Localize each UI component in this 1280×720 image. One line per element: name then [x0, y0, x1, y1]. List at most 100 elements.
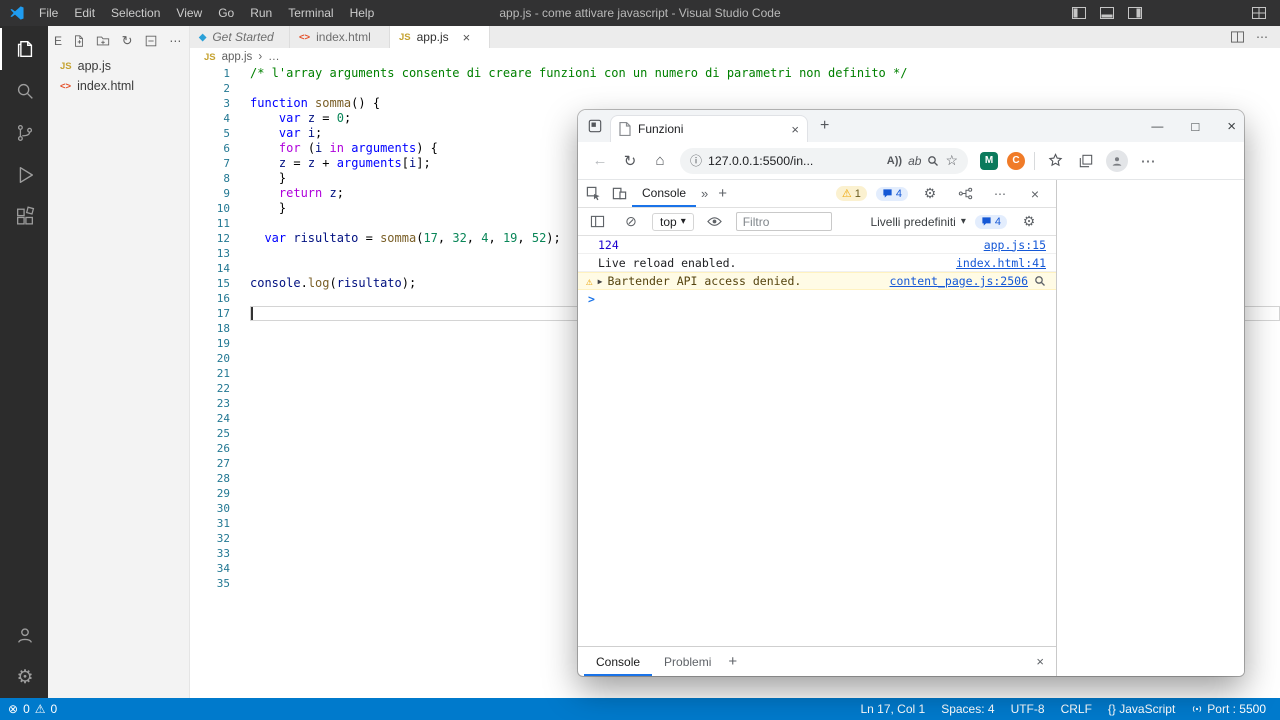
messages-count-badge[interactable]: 4 [975, 215, 1007, 229]
messages-badge[interactable]: 4 [876, 187, 908, 201]
menu-help[interactable]: Help [342, 0, 383, 26]
back-icon[interactable]: ← [586, 147, 614, 175]
add-tab-icon[interactable]: + [713, 185, 732, 202]
browser-tab[interactable]: Funzioni × [610, 115, 808, 142]
drawer-tab-console[interactable]: Console [584, 647, 652, 676]
status-live-server-port[interactable]: Port : 5500 [1191, 702, 1266, 716]
extension-c-icon[interactable]: C [1007, 152, 1025, 170]
refresh-icon[interactable]: ↻ [119, 33, 134, 49]
clear-console-icon[interactable]: ⊘ [618, 209, 644, 235]
refresh-icon[interactable]: ↻ [616, 147, 644, 175]
console-message[interactable]: 124app.js:15 [578, 236, 1056, 254]
more-actions-icon[interactable]: ⋯ [168, 33, 183, 49]
webpage-viewport[interactable] [1057, 180, 1244, 676]
account-icon[interactable] [0, 614, 48, 656]
zoom-icon[interactable] [927, 155, 939, 167]
more-tabs-icon[interactable]: » [696, 186, 713, 201]
settings-gear-icon[interactable]: ⚙ [0, 656, 48, 698]
translate-icon[interactable]: ab [908, 154, 921, 168]
collections-icon[interactable] [1075, 147, 1097, 175]
file-app-js[interactable]: JSapp.js [48, 56, 189, 76]
menu-view[interactable]: View [168, 0, 210, 26]
collapse-folders-icon[interactable] [144, 33, 159, 49]
console-output[interactable]: 124app.js:15Live reload enabled.index.ht… [578, 236, 1056, 646]
code-text[interactable]: /* l'array arguments consente di creare … [250, 66, 1280, 81]
more-editor-actions-icon[interactable]: ⋯ [1256, 30, 1268, 44]
drawer-tab-problemi[interactable]: Problemi [652, 647, 723, 676]
toggle-sidebar-icon[interactable] [1072, 7, 1086, 19]
code-text[interactable]: function somma() { [250, 96, 1280, 111]
menu-run[interactable]: Run [242, 0, 280, 26]
file-index-html[interactable]: <>index.html [48, 76, 189, 96]
menu-selection[interactable]: Selection [103, 0, 168, 26]
source-control-icon[interactable] [0, 112, 48, 154]
favorites-bar-icon[interactable] [1044, 147, 1066, 175]
close-devtools-icon[interactable]: × [1022, 181, 1048, 207]
console-message[interactable]: ⚠▶Bartender API access denied.content_pa… [578, 272, 1056, 290]
extensions-icon[interactable] [0, 196, 48, 238]
maximize-icon[interactable]: □ [1191, 119, 1199, 134]
close-drawer-icon[interactable]: × [1036, 654, 1050, 669]
status-indentation[interactable]: Spaces: 4 [941, 702, 994, 716]
tab-index-html[interactable]: <>index.html [290, 26, 390, 48]
menu-edit[interactable]: Edit [66, 0, 103, 26]
customize-layout-icon[interactable] [1252, 7, 1266, 19]
add-drawer-tab-icon[interactable]: + [723, 653, 742, 670]
status-line-col[interactable]: Ln 17, Col 1 [860, 702, 925, 716]
console-message[interactable]: Live reload enabled.index.html:41 [578, 254, 1056, 272]
home-icon[interactable]: ⌂ [646, 147, 674, 175]
live-expression-eye-icon[interactable] [702, 209, 728, 235]
address-bar[interactable]: ⓘ 127.0.0.1:5500/in... A)) ab ☆ [680, 148, 968, 174]
new-file-icon[interactable] [71, 33, 86, 49]
close-window-icon[interactable]: × [1227, 118, 1236, 135]
devtools-more-icon[interactable]: ⋯ [987, 181, 1013, 207]
profile-avatar[interactable] [1106, 150, 1128, 172]
breadcrumb[interactable]: JS app.js › … [190, 48, 1280, 66]
status-eol[interactable]: CRLF [1061, 702, 1092, 716]
tab-console[interactable]: Console [632, 180, 696, 207]
device-emulation-icon[interactable] [606, 181, 632, 207]
split-editor-icon[interactable] [1231, 31, 1244, 43]
source-link[interactable]: app.js:15 [974, 238, 1046, 252]
new-folder-icon[interactable] [95, 33, 110, 49]
extension-m-icon[interactable]: M [980, 152, 998, 170]
status-language[interactable]: {} JavaScript [1108, 702, 1175, 716]
breadcrumb-more[interactable]: … [268, 51, 280, 63]
tab-get-started[interactable]: ◆Get Started [190, 26, 290, 48]
menu-file[interactable]: File [31, 0, 66, 26]
toggle-panel-icon[interactable] [1100, 7, 1114, 19]
site-info-icon[interactable]: ⓘ [690, 152, 702, 169]
search-icon[interactable] [0, 70, 48, 112]
tab-actions-menu-icon[interactable] [588, 119, 602, 133]
source-link[interactable]: index.html:41 [946, 256, 1046, 270]
run-debug-icon[interactable] [0, 154, 48, 196]
url-text[interactable]: 127.0.0.1:5500/in... [708, 154, 813, 168]
console-settings-gear-icon[interactable]: ⚙ [1016, 209, 1042, 235]
console-prompt[interactable]: > [578, 290, 1056, 308]
console-sidebar-icon[interactable] [584, 209, 610, 235]
tab-app-js[interactable]: JSapp.js× [390, 26, 490, 48]
console-filter-input[interactable] [736, 212, 832, 231]
menu-terminal[interactable]: Terminal [280, 0, 341, 26]
close-tab-icon[interactable]: × [791, 122, 799, 137]
explorer-icon[interactable] [0, 28, 48, 70]
inspect-element-icon[interactable] [580, 181, 606, 207]
problems-indicator[interactable]: ⊗ 0 ⚠ 0 [0, 702, 57, 716]
warnings-badge[interactable]: ⚠1 [836, 186, 867, 201]
minimize-icon[interactable]: — [1151, 119, 1163, 133]
devtools-settings-gear-icon[interactable]: ⚙ [917, 181, 943, 207]
breadcrumb-file[interactable]: app.js [222, 51, 253, 63]
focus-page-icon[interactable] [952, 181, 978, 207]
context-selector[interactable]: top▾ [652, 213, 694, 231]
read-aloud-icon[interactable]: A)) [887, 155, 902, 167]
favorites-star-icon[interactable]: ☆ [945, 152, 958, 169]
search-icon[interactable] [1034, 275, 1046, 287]
new-tab-icon[interactable]: + [820, 118, 829, 134]
source-link[interactable]: content_page.js:2506 [880, 274, 1028, 288]
toggle-secondary-sidebar-icon[interactable] [1128, 7, 1142, 19]
menu-go[interactable]: Go [210, 0, 242, 26]
close-icon[interactable]: × [463, 30, 471, 45]
log-levels-selector[interactable]: Livelli predefiniti▾ [870, 215, 965, 229]
status-encoding[interactable]: UTF-8 [1011, 702, 1045, 716]
settings-more-icon[interactable]: ⋯ [1137, 147, 1159, 175]
